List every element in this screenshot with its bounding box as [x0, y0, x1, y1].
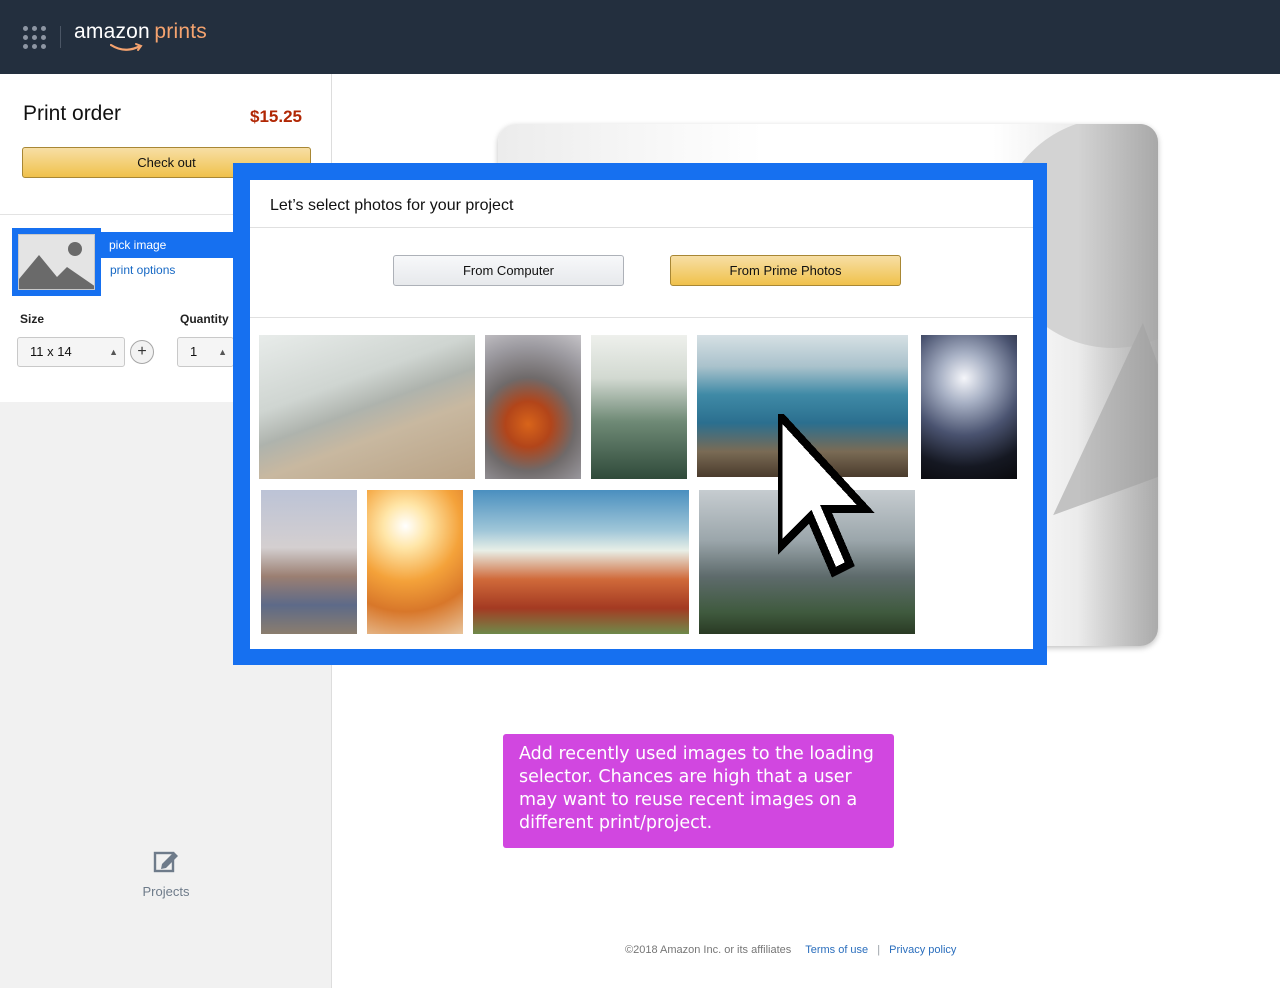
header-divider [60, 26, 61, 48]
preview-canvas-edge [1078, 124, 1158, 646]
size-select-value: 11 x 14 [30, 344, 72, 359]
annotation-note: Add recently used images to the loading … [503, 734, 894, 848]
terms-of-use-link[interactable]: Terms of use [805, 944, 868, 956]
projects-label: Projects [142, 884, 190, 899]
amazon-prints-logo[interactable]: amazon prints [74, 20, 207, 60]
size-label: Size [20, 312, 45, 326]
projects-nav[interactable]: Projects [132, 849, 200, 899]
mouse-pointer-icon [778, 414, 875, 578]
logo-word-amazon: amazon [74, 20, 150, 43]
image-placeholder-icon [18, 234, 95, 290]
photo-thumbnail-canyon-woman[interactable] [261, 490, 357, 634]
from-prime-photos-button[interactable]: From Prime Photos [670, 255, 901, 286]
photo-thumbnail-beach[interactable] [259, 335, 475, 479]
quantity-select-value: 1 [190, 344, 198, 359]
top-bar: amazon prints [0, 0, 1280, 74]
footer-copyright: ©2018 Amazon Inc. or its affiliates [625, 944, 792, 956]
photo-thumbnail-red-rocks[interactable] [473, 490, 689, 634]
apps-grid-icon[interactable] [23, 26, 47, 50]
amazon-smile-icon [110, 43, 143, 51]
photo-thumbnail-sunlight-woman[interactable] [367, 490, 463, 634]
modal-title: Let’s select photos for your project [270, 197, 514, 214]
quantity-label: Quantity [180, 312, 229, 326]
modal-divider [250, 317, 1033, 318]
print-options-link[interactable]: print options [110, 263, 175, 277]
photo-thumbnail-flower[interactable] [485, 335, 581, 479]
image-thumbnail-selected[interactable] [12, 228, 101, 296]
footer-separator: | [877, 944, 881, 956]
size-select[interactable]: 11 x 14 ▲ [17, 337, 125, 367]
photo-thumbnail-concert[interactable] [921, 335, 1017, 479]
order-price: $15.25 [250, 107, 302, 126]
modal-divider [250, 227, 1033, 228]
footer: ©2018 Amazon Inc. or its affiliates Term… [625, 944, 956, 956]
photo-select-modal: Let’s select photos for your project Fro… [250, 180, 1033, 649]
order-title: Print order [23, 102, 122, 125]
logo-word-prints: prints [154, 20, 207, 43]
photo-thumbnail-forest[interactable] [591, 335, 687, 479]
privacy-policy-link[interactable]: Privacy policy [889, 944, 956, 956]
select-arrows-icon: ▲ [218, 347, 227, 357]
edit-icon [153, 851, 178, 873]
from-computer-button[interactable]: From Computer [393, 255, 624, 286]
plus-icon[interactable]: + [130, 340, 154, 364]
pick-image-link[interactable]: pick image [109, 238, 166, 252]
quantity-select[interactable]: 1 ▲ [177, 337, 234, 367]
select-arrows-icon: ▲ [109, 347, 118, 357]
